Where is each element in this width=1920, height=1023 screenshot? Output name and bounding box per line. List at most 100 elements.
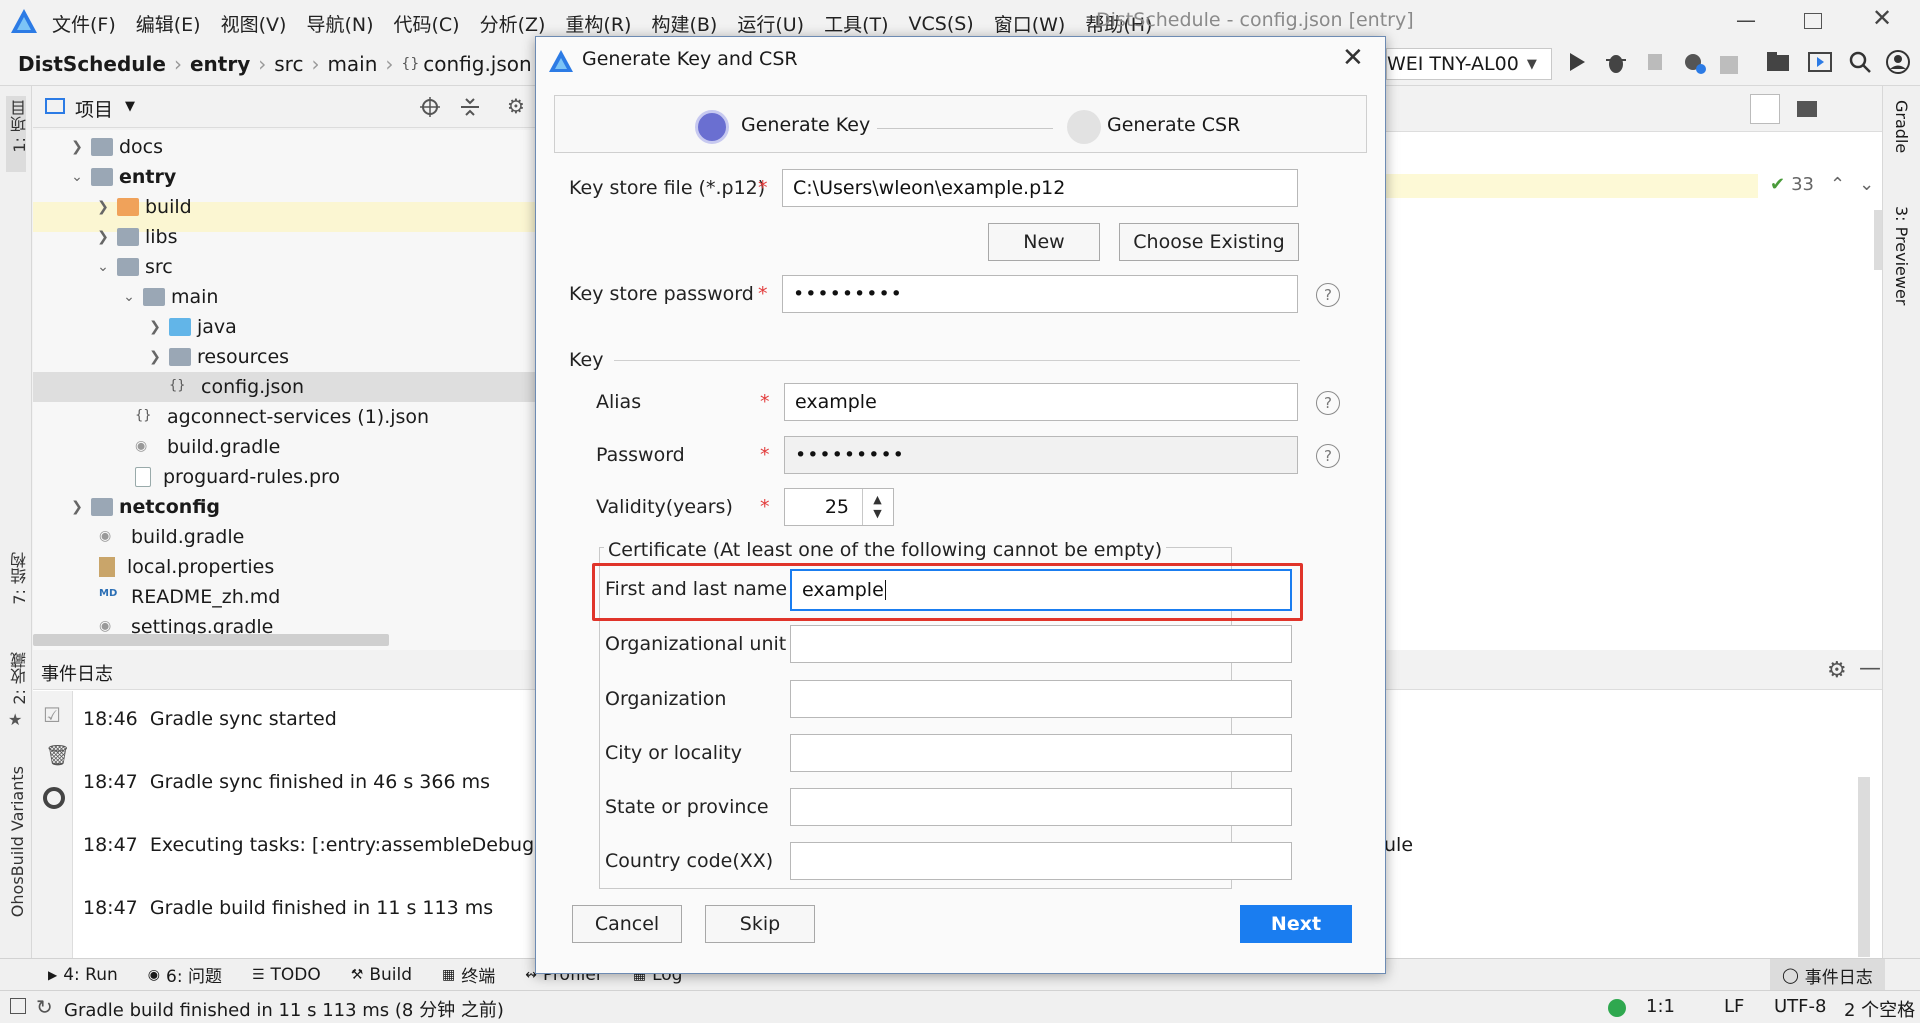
tool-window-project[interactable]: 1: 项目 [8, 100, 32, 153]
run-icon[interactable] [1562, 48, 1590, 76]
tree-item[interactable]: ⌄ main [119, 282, 218, 312]
cursor-position[interactable]: 1:1 [1646, 996, 1675, 1017]
help-icon[interactable]: ? [1316, 391, 1340, 415]
country-code-input[interactable] [790, 842, 1292, 880]
tool-todo[interactable]: ☰ TODO [252, 965, 321, 985]
tree-item[interactable]: ❯ resources [145, 342, 289, 372]
breadcrumb-file[interactable]: config.json [423, 52, 531, 76]
device-selector[interactable]: WEI TNY-AL00 ▼ [1386, 48, 1552, 80]
vertical-scrollbar[interactable] [1858, 777, 1870, 957]
breadcrumb-folder[interactable]: src [274, 52, 303, 76]
tree-item-selected[interactable]: {} config.json [165, 372, 304, 402]
tree-item[interactable]: ◉ build.gradle [95, 522, 244, 552]
menu-item[interactable]: VCS(S) [909, 13, 974, 35]
chevron-up-icon[interactable]: ⌃ [1830, 174, 1845, 195]
organization-input[interactable] [790, 680, 1292, 718]
file-encoding[interactable]: UTF-8 [1774, 996, 1826, 1017]
tree-item[interactable]: proguard-rules.pro [131, 462, 340, 492]
tree-item[interactable]: ◉ build.gradle [131, 432, 280, 462]
status-message[interactable]: Gradle build finished in 11 s 113 ms (8 … [64, 996, 504, 1022]
close-window-icon[interactable]: ✕ [1872, 4, 1892, 32]
tree-item[interactable]: ❯ netconfig [67, 492, 220, 522]
menu-item[interactable]: 编辑(E) [136, 10, 201, 37]
inspection-count[interactable]: 33 [1791, 174, 1814, 195]
chevron-right-icon[interactable]: ❯ [93, 229, 113, 245]
help-icon[interactable]: ? [1316, 283, 1340, 307]
horizontal-scrollbar[interactable] [33, 634, 389, 646]
tree-item[interactable]: ⌄ src [93, 252, 173, 282]
tool-window-build-variants[interactable]: OhosBuild Variants [8, 766, 27, 917]
gear-icon[interactable]: ⚙ [507, 94, 525, 118]
hide-icon[interactable]: — [1859, 656, 1881, 681]
chevron-down-icon[interactable]: ⌄ [119, 289, 139, 305]
tool-terminal[interactable]: ▦ 终端 [442, 962, 495, 988]
menu-item[interactable]: 运行(U) [737, 10, 804, 37]
mark-read-icon[interactable]: ☑ [43, 703, 61, 727]
dropdown-arrow-icon[interactable]: ▼ [125, 99, 135, 114]
next-button[interactable]: Next [1240, 905, 1352, 943]
locate-icon[interactable] [419, 96, 441, 118]
cancel-button[interactable]: Cancel [572, 905, 682, 943]
chevron-right-icon[interactable]: ❯ [145, 349, 165, 365]
chevron-right-icon[interactable]: ❯ [145, 319, 165, 335]
tool-problems[interactable]: ◉ 6: 问题 [148, 962, 222, 988]
spinner-up-icon[interactable]: ▲ [873, 493, 881, 507]
tool-window-previewer[interactable]: 3: Previewer [1892, 206, 1911, 305]
menu-item[interactable]: 工具(T) [824, 10, 888, 37]
keystore-file-input[interactable]: C:\Users\wleon\example.p12 [782, 169, 1298, 207]
tree-item[interactable]: MD README_zh.md [95, 582, 280, 612]
tree-item[interactable]: ❯ libs [93, 222, 177, 252]
alias-input[interactable]: example [784, 383, 1298, 421]
choose-existing-button[interactable]: Choose Existing [1119, 223, 1299, 261]
vertical-scrollbar[interactable] [1874, 210, 1882, 270]
debug-icon[interactable] [1602, 48, 1630, 76]
chevron-right-icon[interactable]: ❯ [67, 499, 87, 515]
chevron-down-icon[interactable]: ⌄ [93, 259, 113, 275]
breadcrumb-folder[interactable]: main [327, 52, 377, 76]
restore-icon[interactable] [1804, 13, 1822, 29]
tool-build[interactable]: ⚒ Build [351, 965, 412, 985]
minimize-icon[interactable]: — [1736, 8, 1756, 32]
city-input[interactable] [790, 734, 1292, 772]
menu-item[interactable]: 重构(R) [565, 10, 631, 37]
key-password-input[interactable]: ••••••••• [784, 436, 1298, 474]
line-separator[interactable]: LF [1724, 996, 1744, 1017]
first-last-name-input[interactable]: example [790, 569, 1292, 611]
menu-item[interactable]: 构建(B) [651, 10, 717, 37]
menu-item[interactable]: 导航(N) [306, 10, 373, 37]
tool-windows-icon[interactable] [10, 998, 26, 1014]
chevron-right-icon[interactable]: ❯ [93, 199, 113, 215]
breadcrumb-module[interactable]: entry [190, 52, 250, 76]
tool-window-favorites[interactable]: 2: 收藏 [8, 652, 32, 705]
profile-icon[interactable] [1680, 48, 1708, 76]
attach-debugger-icon[interactable] [1642, 48, 1670, 76]
tree-item[interactable]: local.properties [95, 552, 274, 582]
tool-event-log[interactable]: ◯ 事件日志 [1770, 959, 1885, 991]
device-manager-icon[interactable] [1806, 48, 1834, 76]
menu-item[interactable]: 窗口(W) [994, 10, 1066, 37]
skip-button[interactable]: Skip [705, 905, 815, 943]
tree-item[interactable]: {} agconnect-services (1).json [131, 402, 429, 432]
search-icon[interactable] [1846, 48, 1874, 76]
menu-item[interactable]: 文件(F) [52, 10, 116, 37]
breadcrumb-project[interactable]: DistSchedule [18, 52, 166, 76]
tool-run[interactable]: ▶ 4: Run [48, 965, 118, 985]
collapse-all-icon[interactable] [459, 96, 481, 118]
tree-item[interactable]: ❯ java [145, 312, 237, 342]
keystore-password-input[interactable]: ••••••••• [782, 275, 1298, 313]
account-icon[interactable] [1884, 48, 1912, 76]
menu-item[interactable]: 代码(C) [393, 10, 459, 37]
gear-icon[interactable]: ⚙ [1827, 658, 1847, 683]
help-icon[interactable]: ? [1316, 444, 1340, 468]
tree-item[interactable]: ⌄ entry [67, 162, 176, 192]
trash-icon[interactable]: 🗑 [45, 743, 70, 767]
project-panel-title[interactable]: 项目 [75, 95, 113, 122]
new-button[interactable]: New [988, 223, 1100, 261]
menu-item[interactable]: 视图(V) [221, 10, 287, 37]
organizational-unit-input[interactable] [790, 625, 1292, 663]
preview-image-icon[interactable] [1792, 94, 1822, 124]
close-icon[interactable]: ✕ [1342, 43, 1364, 73]
spinner-down-icon[interactable]: ▼ [873, 507, 881, 521]
chevron-down-icon[interactable]: ⌄ [1859, 174, 1874, 195]
settings-icon[interactable] [43, 787, 65, 809]
